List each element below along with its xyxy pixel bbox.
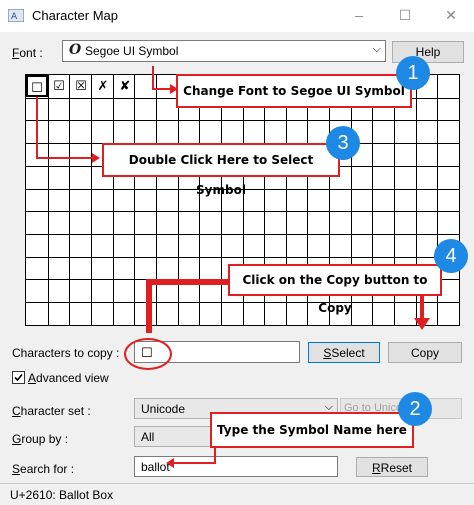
chevron-down-icon: ⌵ <box>372 43 381 55</box>
annotation-2-connector <box>214 448 216 464</box>
grid-cell[interactable]: ☑ <box>48 75 70 97</box>
window-title: Character Map <box>32 8 118 23</box>
highlight-ellipse <box>124 338 172 370</box>
grid-cell[interactable]: ✘ <box>114 75 136 97</box>
grid-cell[interactable]: ☒ <box>70 75 92 97</box>
group-by-value: All <box>141 430 155 444</box>
annotation-3-connector <box>36 97 38 159</box>
search-input[interactable]: ballot <box>134 456 338 477</box>
characters-to-copy-label: Characters to copy : <box>12 346 120 360</box>
annotation-4-connector <box>420 292 424 320</box>
group-by-label: Group by : <box>12 432 69 446</box>
svg-text:A: A <box>11 12 18 22</box>
annotation-4-badge: 4 <box>434 239 468 273</box>
annotation-4-connector <box>146 279 152 333</box>
character-set-value: Unicode <box>141 402 186 416</box>
font-label: Font : <box>12 46 43 60</box>
font-dropdown[interactable]: O Segoe UI Symbol ⌵ <box>62 40 386 62</box>
annotation-4-connector <box>146 279 230 285</box>
character-map-app-icon: A <box>8 9 24 22</box>
annotation-2-badge: 2 <box>398 392 432 426</box>
checkmark-icon <box>14 373 23 382</box>
annotation-3-connector <box>36 157 94 159</box>
annotation-1-connector <box>152 66 154 90</box>
annotation-1-badge: 1 <box>396 56 430 90</box>
select-button[interactable]: SSelect <box>308 342 380 363</box>
advanced-view-checkbox[interactable] <box>12 371 25 384</box>
maximize-button[interactable]: ☐ <box>382 0 428 32</box>
annotation-2-callout: Type the Symbol Name here <box>210 412 414 448</box>
arrow-right-icon <box>92 153 100 163</box>
annotation-3-badge: 3 <box>326 126 360 160</box>
font-value: Segoe UI Symbol <box>85 44 179 58</box>
copy-button[interactable]: Copy <box>388 342 462 363</box>
arrow-down-icon <box>414 318 430 330</box>
reset-button[interactable]: RReset <box>356 457 428 477</box>
grid-cell[interactable]: ✗ <box>92 75 114 97</box>
grid-cell-selected[interactable]: ☐ <box>26 75 48 97</box>
character-set-label: Character set : <box>12 404 91 418</box>
status-bar: U+2610: Ballot Box <box>0 483 474 505</box>
status-text: U+2610: Ballot Box <box>10 488 114 502</box>
close-button[interactable]: ✕ <box>428 0 474 32</box>
annotation-4-callout: Click on the Copy button to Copy <box>228 264 442 315</box>
font-type-icon: O <box>69 42 82 58</box>
left-frame <box>0 32 10 505</box>
advanced-view-label: Advanced view <box>28 371 109 385</box>
search-for-label: Search for : <box>12 462 75 476</box>
arrow-left-icon <box>166 458 174 468</box>
annotation-2-connector <box>172 462 216 464</box>
annotation-1-callout: Change Font to Segoe UI Symbol <box>176 74 412 108</box>
annotation-3-callout: Double Click Here to Select Symbol <box>102 143 340 197</box>
minimize-button[interactable]: – <box>336 0 382 32</box>
title-bar: A Character Map – ☐ ✕ <box>0 0 474 32</box>
